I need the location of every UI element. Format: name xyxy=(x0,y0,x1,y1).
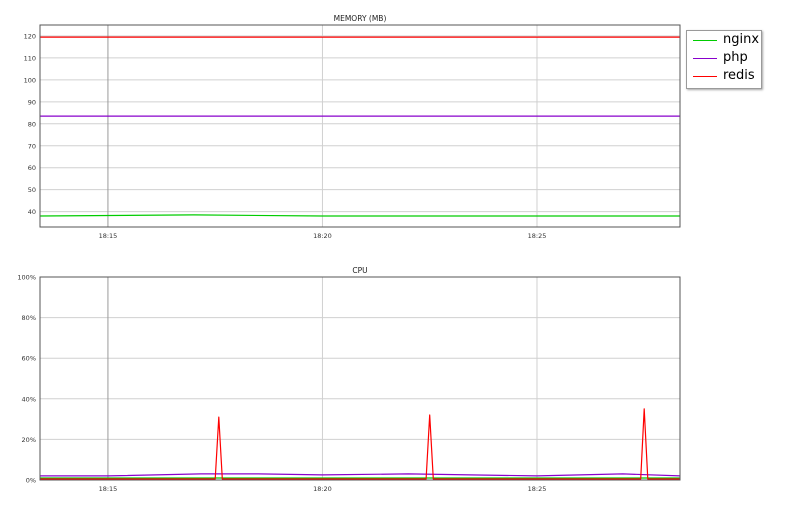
y-tick-label: 80 xyxy=(28,120,36,128)
x-tick-label: 18:20 xyxy=(313,485,332,493)
y-tick-label: 50 xyxy=(28,186,36,194)
legend-item-redis: redis xyxy=(687,67,761,85)
y-tick-label: 0% xyxy=(26,477,36,485)
legend-swatch-redis xyxy=(693,76,717,77)
x-tick-label: 18:15 xyxy=(99,485,118,493)
x-tick-label: 18:20 xyxy=(313,232,332,240)
chart-1: 0% 20% 40% 60% 80% 100% 18:15 18:20 18:25 CPU xyxy=(17,266,681,493)
y-tick-label: 40 xyxy=(28,208,36,216)
legend-item-nginx: nginx xyxy=(687,31,761,49)
plot-area xyxy=(40,277,680,480)
y-tick-label: 120 xyxy=(24,32,36,40)
chart-title: MEMORY (MB) xyxy=(334,14,387,23)
y-tick-label: 60% xyxy=(22,355,36,363)
legend-item-php: php xyxy=(687,49,761,67)
y-tick-label: 110 xyxy=(24,54,36,62)
legend-swatch-php xyxy=(693,58,717,59)
y-tick-label: 100 xyxy=(24,76,36,84)
charts-canvas: 40 50 60 70 80 90 100 110 120 18:15 18:20 18:25 MEMO… xyxy=(17,14,681,493)
x-tick-label: 18:25 xyxy=(528,232,547,240)
legend-label-redis: redis xyxy=(723,68,755,83)
chart-title: CPU xyxy=(352,266,367,275)
legend-label-nginx: nginx xyxy=(723,32,760,47)
chart-legend: nginx php redis xyxy=(686,30,762,89)
y-tick-label: 80% xyxy=(22,314,36,322)
chart-0: 40 50 60 70 80 90 100 110 120 18:15 18:20 18:25 MEMO… xyxy=(24,14,681,240)
plot-area xyxy=(40,25,680,227)
legend-label-php: php xyxy=(723,50,748,65)
x-tick-label: 18:15 xyxy=(99,232,118,240)
legend-swatch-nginx xyxy=(693,40,717,41)
x-tick-label: 18:25 xyxy=(528,485,547,493)
y-tick-label: 100% xyxy=(17,274,36,282)
y-tick-label: 40% xyxy=(22,395,36,403)
y-tick-label: 90 xyxy=(28,98,36,106)
y-tick-label: 60 xyxy=(28,164,36,172)
y-tick-label: 70 xyxy=(28,142,36,150)
y-tick-label: 20% xyxy=(22,436,36,444)
